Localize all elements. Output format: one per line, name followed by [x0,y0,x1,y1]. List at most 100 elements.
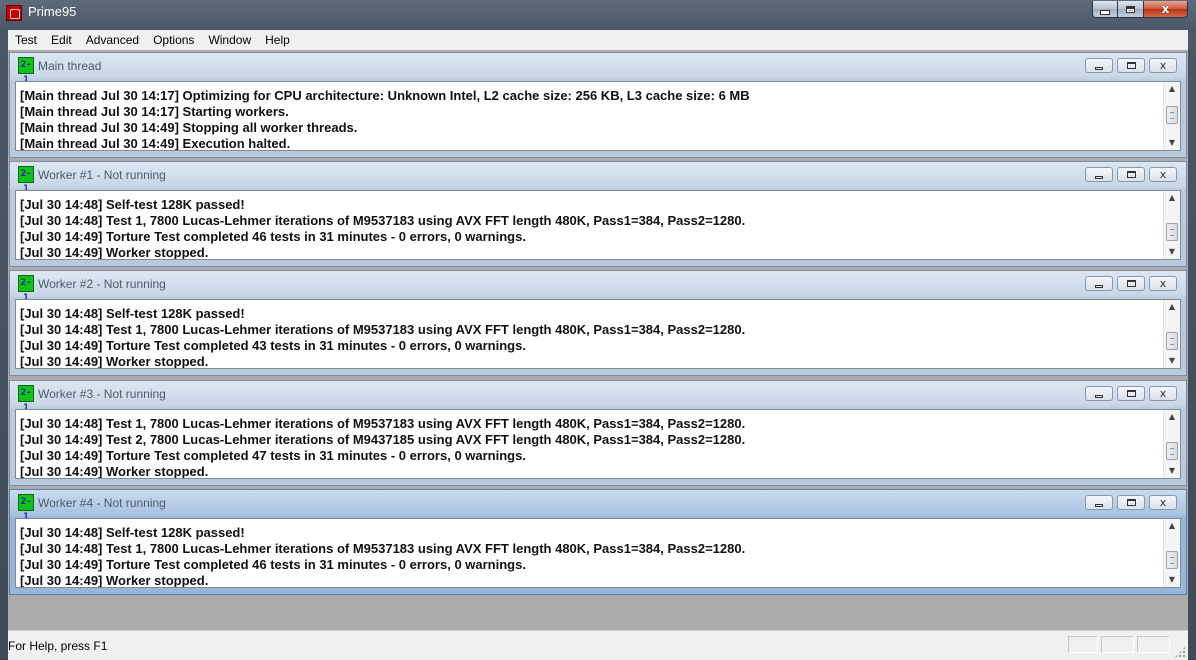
child-minimize-button[interactable] [1085,167,1113,182]
log-output[interactable]: [Jul 30 14:48] Self-test 128K passed! [Ju… [15,190,1181,260]
app-icon[interactable] [6,5,22,21]
child-close-button[interactable]: x [1149,386,1177,401]
worker-window[interactable]: 2-1 Worker #4 - Not running x [Jul 30 14:48… [9,489,1187,595]
close-button[interactable]: x [1144,1,1188,18]
status-panel [1068,636,1098,653]
scroll-up-arrow-icon[interactable]: ▲ [1164,410,1180,424]
child-restore-button[interactable] [1117,276,1145,291]
scroll-thumb[interactable] [1166,223,1178,241]
prime95-window-icon[interactable]: 2-1 [18,166,34,194]
log-output[interactable]: [Jul 30 14:48] Self-test 128K passed! [Ju… [15,518,1181,588]
vertical-scrollbar[interactable]: ▲ ▼ [1163,300,1180,368]
child-minimize-button[interactable] [1085,386,1113,401]
scroll-up-arrow-icon[interactable]: ▲ [1164,191,1180,205]
scroll-down-arrow-icon[interactable]: ▼ [1164,573,1180,587]
minimize-icon [1095,503,1103,507]
child-restore-button[interactable] [1117,495,1145,510]
mdi-client: 2-1 Main thread x [Main thread Jul 30 14:17… [8,50,1188,630]
restore-icon [1126,171,1136,178]
menu-test[interactable]: Test [8,30,44,50]
menu-help[interactable]: Help [258,30,297,50]
child-close-button[interactable]: x [1149,495,1177,510]
child-restore-button[interactable] [1117,167,1145,182]
worker-window[interactable]: 2-1 Worker #2 - Not running x [Jul 30 14:48… [9,270,1187,376]
scroll-thumb[interactable] [1166,106,1178,124]
prime95-window-icon[interactable]: 2-1 [18,57,34,85]
minimize-icon [1100,9,1110,15]
scroll-thumb[interactable] [1166,442,1178,460]
log-line: [Jul 30 14:48] Test 1, 7800 Lucas-Lehmer… [20,541,746,556]
log-line: [Jul 30 14:49] Worker stopped. [20,573,209,588]
log-output[interactable]: [Jul 30 14:48] Self-test 128K passed! [Ju… [15,299,1181,369]
worker-window[interactable]: 2-1 Worker #3 - Not running x [Jul 30 14:48… [9,380,1187,486]
maximize-button[interactable] [1118,1,1144,18]
scroll-up-arrow-icon[interactable]: ▲ [1164,300,1180,314]
scroll-thumb[interactable] [1166,332,1178,350]
close-icon: x [1159,387,1167,400]
log-line: [Jul 30 14:48] Test 1, 7800 Lucas-Lehmer… [20,416,746,431]
worker-window[interactable]: 2-1 Worker #1 - Not running x [Jul 30 14:48… [9,161,1187,267]
child-close-button[interactable]: x [1149,167,1177,182]
vertical-scrollbar[interactable]: ▲ ▼ [1163,410,1180,478]
restore-icon [1126,390,1136,397]
log-output[interactable]: [Main thread Jul 30 14:17] Optimizing fo… [15,81,1181,151]
scroll-up-arrow-icon[interactable]: ▲ [1164,82,1180,96]
child-window-title: Worker #4 - Not running [38,496,166,510]
close-icon: x [1159,277,1167,290]
vertical-scrollbar[interactable]: ▲ ▼ [1163,519,1180,587]
prime95-window-icon[interactable]: 2-1 [18,494,34,522]
status-bar: For Help, press F1 [8,630,1188,660]
log-output[interactable]: [Jul 30 14:48] Test 1, 7800 Lucas-Lehmer… [15,409,1181,479]
child-caption-buttons: x [1085,167,1177,182]
status-text: For Help, press F1 [8,639,108,653]
vertical-scrollbar[interactable]: ▲ ▼ [1163,82,1180,150]
scroll-down-arrow-icon[interactable]: ▼ [1164,136,1180,150]
log-line: [Jul 30 14:48] Self-test 128K passed! [20,525,245,540]
child-restore-button[interactable] [1117,386,1145,401]
scroll-down-arrow-icon[interactable]: ▼ [1164,464,1180,478]
log-line: [Jul 30 14:49] Test 2, 7800 Lucas-Lehmer… [20,432,746,447]
client-area: Test Edit Advanced Options Window Help 2… [8,30,1188,660]
child-restore-button[interactable] [1117,58,1145,73]
prime95-window-icon[interactable]: 2-1 [18,385,34,413]
child-minimize-button[interactable] [1085,276,1113,291]
log-line: [Jul 30 14:48] Test 1, 7800 Lucas-Lehmer… [20,213,746,228]
child-caption-buttons: x [1085,495,1177,510]
scroll-up-arrow-icon[interactable]: ▲ [1164,519,1180,533]
menu-advanced[interactable]: Advanced [79,30,146,50]
child-caption-buttons: x [1085,276,1177,291]
menu-edit[interactable]: Edit [44,30,79,50]
status-panel [1137,636,1170,653]
window-title: Prime95 [28,4,77,19]
close-icon: x [1159,59,1167,72]
scroll-down-arrow-icon[interactable]: ▼ [1164,354,1180,368]
scroll-down-arrow-icon[interactable]: ▼ [1164,245,1180,259]
menu-bar: Test Edit Advanced Options Window Help [8,30,1188,50]
caption-buttons: x [1092,1,1188,20]
log-line: [Jul 30 14:48] Self-test 128K passed! [20,306,245,321]
status-panels [1068,636,1170,653]
restore-icon [1126,280,1136,287]
close-icon: x [1159,496,1167,509]
log-line: [Main thread Jul 30 14:17] Starting work… [20,104,289,119]
title-bar[interactable]: Prime95 x [0,0,1196,26]
minimize-button[interactable] [1092,1,1118,18]
log-line: [Jul 30 14:49] Torture Test completed 43… [20,338,526,353]
log-line: [Main thread Jul 30 14:49] Execution hal… [20,136,291,151]
child-close-button[interactable]: x [1149,276,1177,291]
resize-grip[interactable] [1174,646,1186,658]
child-minimize-button[interactable] [1085,58,1113,73]
prime95-window-icon[interactable]: 2-1 [18,275,34,303]
log-lines: [Jul 30 14:48] Self-test 128K passed! [Ju… [20,300,1160,368]
worker-window[interactable]: 2-1 Main thread x [Main thread Jul 30 14:17… [9,52,1187,158]
log-line: [Main thread Jul 30 14:17] Optimizing fo… [20,88,750,103]
maximize-icon [1126,5,1135,13]
minimize-icon [1095,66,1103,70]
scroll-thumb[interactable] [1166,551,1178,569]
vertical-scrollbar[interactable]: ▲ ▼ [1163,191,1180,259]
menu-options[interactable]: Options [146,30,201,50]
minimize-icon [1095,175,1103,179]
child-minimize-button[interactable] [1085,495,1113,510]
menu-window[interactable]: Window [201,30,258,50]
child-close-button[interactable]: x [1149,58,1177,73]
